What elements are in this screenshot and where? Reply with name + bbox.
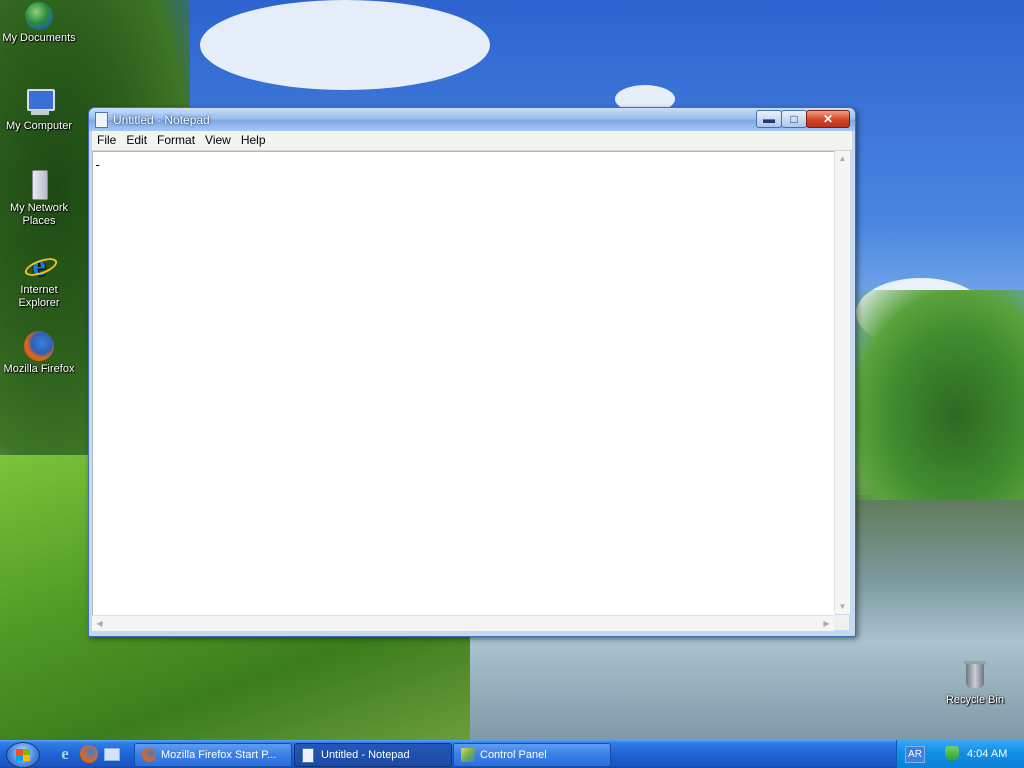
globe-documents-icon xyxy=(25,2,53,30)
notepad-icon xyxy=(302,748,314,763)
notepad-icon xyxy=(95,112,108,128)
desktop-icon-internet-explorer[interactable]: e Internet Explorer xyxy=(0,250,78,310)
taskbar-item-label: Control Panel xyxy=(480,749,547,761)
taskbar-item-label: Mozilla Firefox Start P... xyxy=(161,749,277,761)
taskbar-item-label: Untitled - Notepad xyxy=(321,749,410,761)
taskbar-item-notepad[interactable]: Untitled - Notepad xyxy=(294,743,452,767)
security-shield-icon[interactable] xyxy=(945,746,959,761)
close-icon: ✕ xyxy=(822,112,834,126)
window-title: Untitled - Notepad xyxy=(113,113,210,127)
desktop-icon-recycle-bin[interactable]: Recycle Bin xyxy=(936,660,1014,707)
network-server-icon xyxy=(23,168,55,200)
desktop-icon-label: Recycle Bin xyxy=(945,694,1005,706)
menu-bar: File Edit Format View Help xyxy=(92,131,852,151)
show-desktop-icon[interactable] xyxy=(104,748,120,761)
wallpaper-trees xyxy=(856,290,1024,500)
minimize-button[interactable]: ▬ xyxy=(756,110,782,128)
firefox-icon[interactable] xyxy=(80,745,98,763)
start-button[interactable] xyxy=(6,742,40,768)
desktop-icon-my-documents[interactable]: My Documents xyxy=(0,2,78,45)
internet-explorer-icon[interactable]: e xyxy=(56,745,74,763)
desktop-icon-label: My Computer xyxy=(5,120,73,132)
close-button[interactable]: ✕ xyxy=(806,110,850,128)
menu-edit[interactable]: Edit xyxy=(121,131,152,150)
system-tray: AR 4:04 AM xyxy=(896,740,1024,768)
wallpaper-cloud xyxy=(200,0,490,90)
maximize-icon: □ xyxy=(790,112,798,126)
text-editor[interactable]: ـ xyxy=(92,151,836,616)
maximize-button[interactable]: □ xyxy=(781,110,807,128)
menu-help[interactable]: Help xyxy=(236,131,271,150)
clock[interactable]: 4:04 AM xyxy=(967,740,1007,768)
scroll-down-icon[interactable]: ▼ xyxy=(835,599,850,614)
scroll-left-icon[interactable]: ◀ xyxy=(92,616,107,631)
language-indicator[interactable]: AR xyxy=(905,746,925,763)
minimize-icon: ▬ xyxy=(763,112,775,126)
desktop-icon-label: My Network Places xyxy=(9,202,69,227)
menu-format[interactable]: Format xyxy=(152,131,200,150)
computer-icon xyxy=(23,86,55,118)
vertical-scrollbar[interactable]: ▲ ▼ xyxy=(834,151,850,614)
scroll-up-icon[interactable]: ▲ xyxy=(835,151,850,166)
desktop-icon-my-computer[interactable]: My Computer xyxy=(0,86,78,133)
desktop-icon-my-network-places[interactable]: My Network Places xyxy=(0,168,78,228)
editor-content: ـ xyxy=(96,157,100,169)
notepad-window[interactable]: Untitled - Notepad ▬ □ ✕ File Edit Format V… xyxy=(88,107,856,637)
taskbar: e Mozilla Firefox Start P... Untitled - … xyxy=(0,740,1024,768)
control-panel-icon xyxy=(461,748,475,762)
menu-file[interactable]: File xyxy=(92,131,121,150)
desktop-icon-label: Internet Explorer xyxy=(18,284,60,309)
desktop-icon-mozilla-firefox[interactable]: Mozilla Firefox xyxy=(0,331,78,376)
recycle-bin-icon xyxy=(959,660,991,692)
taskbar-item-control-panel[interactable]: Control Panel xyxy=(453,743,611,767)
internet-explorer-icon: e xyxy=(22,250,60,282)
horizontal-scrollbar[interactable]: ◀ ▶ xyxy=(92,615,834,631)
desktop-icon-label: My Documents xyxy=(2,32,76,44)
scroll-right-icon[interactable]: ▶ xyxy=(819,616,834,631)
firefox-icon xyxy=(24,331,54,361)
resize-grip[interactable] xyxy=(834,615,849,630)
firefox-icon xyxy=(142,748,156,762)
window-titlebar[interactable]: Untitled - Notepad ▬ □ ✕ xyxy=(89,108,855,131)
desktop-icon-label: Mozilla Firefox xyxy=(3,363,75,375)
menu-view[interactable]: View xyxy=(200,131,236,150)
taskbar-item-firefox[interactable]: Mozilla Firefox Start P... xyxy=(134,743,292,767)
